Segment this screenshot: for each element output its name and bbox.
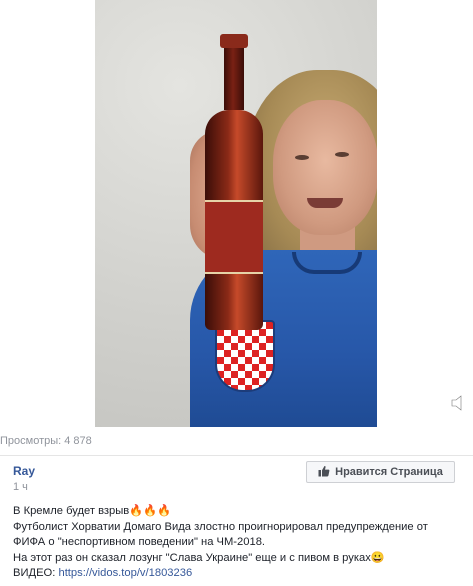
video-player[interactable] xyxy=(0,0,473,427)
video-link-line: ВИДЕО: https://vidos.top/v/1803236 xyxy=(13,566,468,582)
author-name[interactable]: Ray xyxy=(13,464,35,478)
post-line: Футболист Хорватии Домаго Вида злостно п… xyxy=(13,520,428,533)
person-eye xyxy=(335,152,349,157)
thumbs-up-icon xyxy=(318,465,330,480)
person-mouth xyxy=(307,198,343,208)
post-line: ФИФА о "неспортивном поведении" на ЧМ-20… xyxy=(13,536,266,548)
like-page-button[interactable]: Нравится Страница xyxy=(306,461,455,483)
volume-icon[interactable] xyxy=(450,393,470,413)
post-timestamp[interactable]: 1 ч xyxy=(13,481,28,493)
beer-bottle xyxy=(205,34,263,330)
video-link[interactable]: https://vidos.top/v/1803236 xyxy=(58,567,192,579)
post-line: На этот раз он сказал лозунг "Слава Укра… xyxy=(13,551,385,564)
divider xyxy=(0,455,473,456)
shirt-collar xyxy=(292,252,362,274)
video-frame[interactable] xyxy=(95,0,377,427)
person-face xyxy=(273,100,377,235)
view-count: Просмотры: 4 878 xyxy=(0,435,92,447)
video-link-prefix: ВИДЕО: xyxy=(13,567,59,579)
person-eye xyxy=(295,155,309,160)
post-line: В Кремле будет взрыв🔥🔥🔥 xyxy=(13,505,172,517)
like-page-label: Нравится Страница xyxy=(335,466,443,478)
post-text: В Кремле будет взрыв🔥🔥🔥 Футболист Хорват… xyxy=(13,504,468,582)
croatia-crest xyxy=(215,320,275,392)
